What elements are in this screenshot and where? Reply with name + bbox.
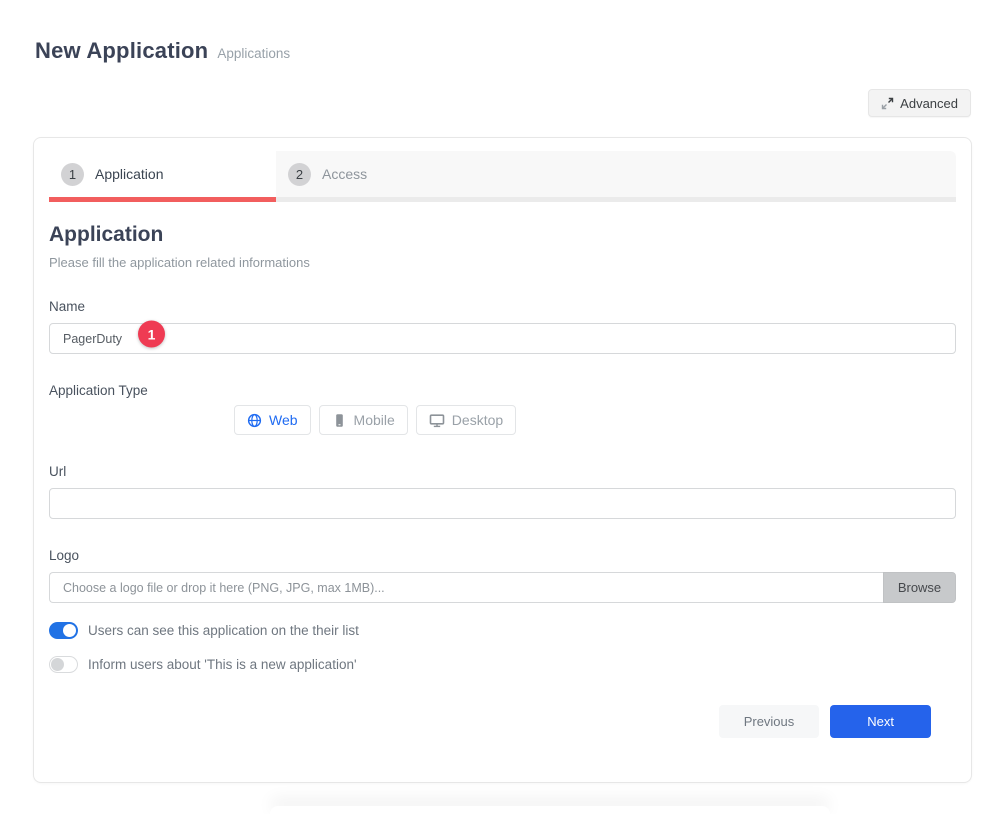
expand-icon: [881, 97, 894, 110]
toggle-row-visibility: Users can see this application on the th…: [49, 622, 956, 639]
previous-button[interactable]: Previous: [719, 705, 820, 738]
page-title: New Application: [35, 38, 208, 64]
type-option-web-label: Web: [269, 412, 298, 428]
advanced-button-label: Advanced: [900, 96, 958, 111]
wizard-card: 1 Application 2 Access Application Pleas…: [33, 137, 972, 783]
tab-application-label: Application: [95, 166, 164, 182]
name-input[interactable]: [49, 323, 956, 354]
advanced-button[interactable]: Advanced: [868, 89, 971, 117]
inform-toggle[interactable]: [49, 656, 78, 673]
globe-icon: [247, 413, 262, 428]
logo-label: Logo: [49, 548, 956, 563]
page-header: New Application Applications: [35, 38, 290, 64]
type-option-mobile[interactable]: Mobile: [319, 405, 408, 435]
type-option-desktop-label: Desktop: [452, 412, 503, 428]
toggle-knob: [63, 624, 76, 637]
wizard-tabs: 1 Application 2 Access: [49, 151, 956, 202]
type-option-web[interactable]: Web: [234, 405, 311, 435]
inform-toggle-label: Inform users about 'This is a new applic…: [88, 657, 357, 672]
toggle-knob: [51, 658, 64, 671]
tab-access[interactable]: 2 Access: [276, 151, 956, 202]
page: New Application Applications Advanced 1 …: [0, 0, 1005, 814]
type-option-mobile-label: Mobile: [354, 412, 395, 428]
logo-file-group: Browse: [49, 572, 956, 603]
browse-button[interactable]: Browse: [883, 572, 956, 603]
tab-access-number: 2: [288, 163, 311, 186]
section-subtitle: Please fill the application related info…: [49, 255, 956, 270]
name-label: Name: [49, 299, 956, 314]
breadcrumb: Applications: [217, 46, 290, 61]
toggle-row-inform: Inform users about 'This is a new applic…: [49, 656, 956, 673]
bottom-popover-edge: [270, 806, 830, 814]
name-field-wrap: 1: [49, 314, 956, 354]
application-type-label: Application Type: [49, 383, 956, 398]
tab-application-number: 1: [61, 163, 84, 186]
tab-application[interactable]: 1 Application: [49, 151, 276, 202]
section-heading: Application: [49, 223, 956, 247]
url-input[interactable]: [49, 488, 956, 519]
mobile-icon: [332, 413, 347, 428]
application-type-group: Web Mobile: [234, 405, 956, 435]
visibility-toggle-label: Users can see this application on the th…: [88, 623, 359, 638]
visibility-toggle[interactable]: [49, 622, 78, 639]
type-option-desktop[interactable]: Desktop: [416, 405, 516, 435]
desktop-icon: [429, 413, 445, 428]
annotation-step-badge: 1: [138, 321, 165, 348]
wizard-footer: Previous Next: [49, 705, 956, 738]
tab-access-label: Access: [322, 166, 367, 182]
logo-file-input[interactable]: [49, 572, 883, 603]
url-label: Url: [49, 464, 956, 479]
next-button[interactable]: Next: [830, 705, 931, 738]
